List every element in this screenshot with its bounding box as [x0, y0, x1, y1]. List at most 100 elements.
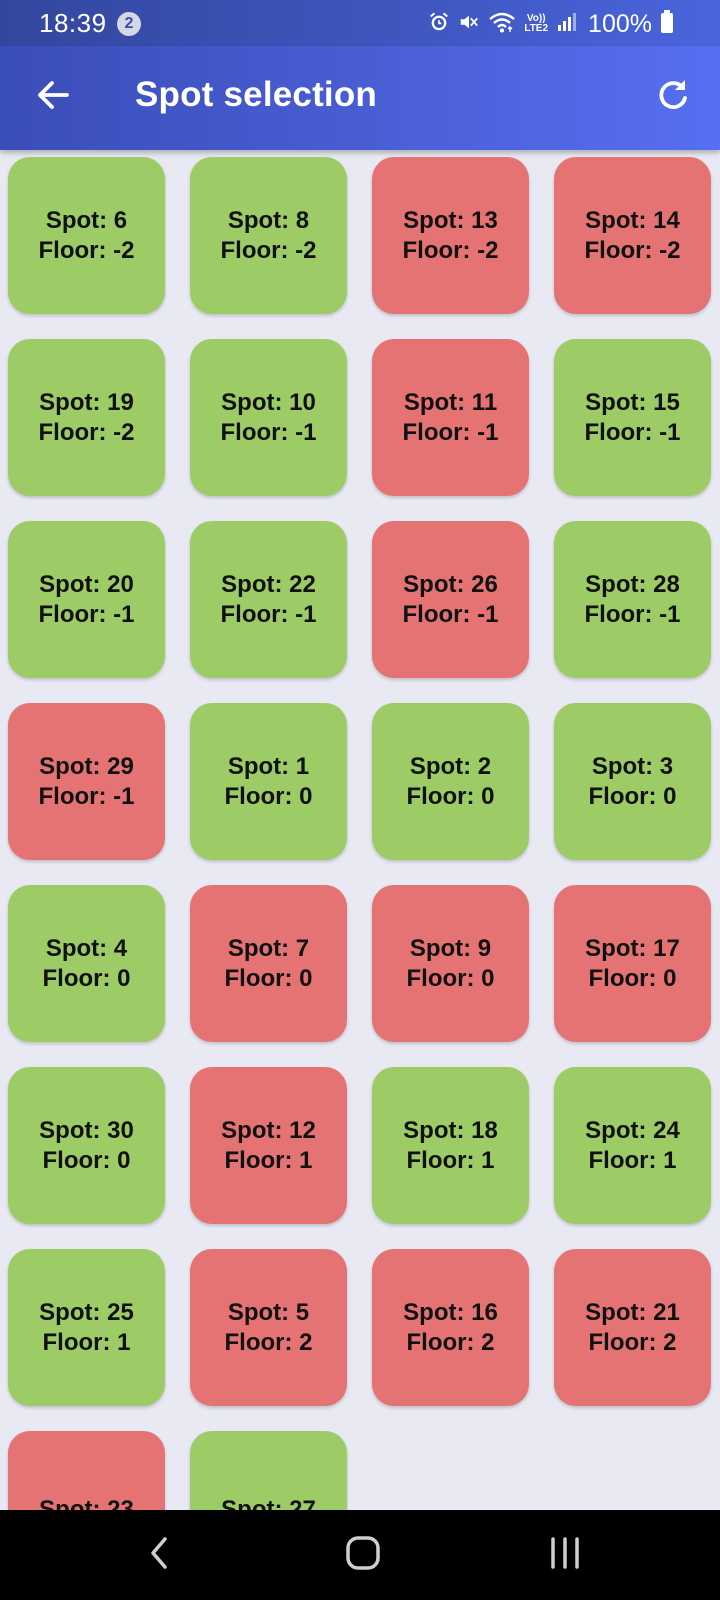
spot-floor: Floor: 0 — [224, 782, 313, 810]
spot-tile[interactable]: Spot: 14 Floor: -2 — [554, 157, 711, 314]
status-bar: 18:39 2 Vo)) LTE2 100% — [0, 0, 720, 46]
spot-floor: Floor: 1 — [588, 1146, 677, 1174]
spot-floor: Floor: -1 — [584, 418, 681, 446]
nav-back-button[interactable] — [130, 1530, 190, 1580]
chevron-left-icon — [145, 1535, 175, 1576]
spot-tile[interactable]: Spot: 17 Floor: 0 — [554, 885, 711, 1042]
spot-number: Spot: 20 — [39, 570, 134, 598]
spot-number: Spot: 22 — [221, 570, 316, 598]
spot-tile[interactable]: Spot: 1 Floor: 0 — [190, 703, 347, 860]
spot-number: Spot: 5 — [227, 1298, 310, 1326]
spot-number: Spot: 25 — [39, 1298, 134, 1326]
spot-tile[interactable]: Spot: 16 Floor: 2 — [372, 1249, 529, 1406]
spot-tile[interactable]: Spot: 6 Floor: -2 — [8, 157, 165, 314]
spot-number: Spot: 29 — [39, 752, 134, 780]
home-icon — [343, 1533, 383, 1578]
spot-number: Spot: 11 — [403, 388, 498, 416]
spot-number: Spot: 19 — [39, 388, 134, 416]
signal-icon — [556, 11, 578, 38]
spot-floor: Floor: -1 — [220, 418, 317, 446]
battery-icon — [660, 9, 674, 39]
spot-floor: Floor: -1 — [402, 418, 499, 446]
spot-grid: Spot: 6 Floor: -2 Spot: 8 Floor: -2 Spot: 13… — [8, 157, 711, 1510]
spot-number: Spot: 6 — [45, 206, 128, 234]
spot-tile[interactable]: Spot: 12 Floor: 1 — [190, 1067, 347, 1224]
spot-floor: Floor: -1 — [38, 600, 135, 628]
spot-tile[interactable]: Spot: 20 Floor: -1 — [8, 521, 165, 678]
spot-tile[interactable]: Spot: 19 Floor: -2 — [8, 339, 165, 496]
spot-number: Spot: 2 — [409, 752, 492, 780]
spot-number: Spot: 10 — [221, 388, 316, 416]
spot-tile[interactable]: Spot: 27 — [190, 1431, 347, 1510]
spot-tile[interactable]: Spot: 18 Floor: 1 — [372, 1067, 529, 1224]
spot-tile[interactable]: Spot: 21 Floor: 2 — [554, 1249, 711, 1406]
battery-percentage: 100% — [588, 9, 652, 38]
spot-floor: Floor: 1 — [224, 1146, 313, 1174]
spot-number: Spot: 13 — [403, 206, 498, 234]
page-title: Spot selection — [135, 75, 378, 114]
spot-tile[interactable]: Spot: 5 Floor: 2 — [190, 1249, 347, 1406]
spot-tile[interactable]: Spot: 30 Floor: 0 — [8, 1067, 165, 1224]
spot-number: Spot: 8 — [227, 206, 310, 234]
spot-tile[interactable]: Spot: 3 Floor: 0 — [554, 703, 711, 860]
spot-number: Spot: 9 — [409, 934, 492, 962]
spot-floor: Floor: 0 — [406, 964, 495, 992]
back-button[interactable] — [28, 72, 78, 122]
spot-number: Spot: 17 — [585, 934, 680, 962]
spot-number: Spot: 15 — [585, 388, 680, 416]
nav-home-button[interactable] — [333, 1530, 393, 1580]
spot-floor: Floor: 1 — [406, 1146, 495, 1174]
spot-tile[interactable]: Spot: 2 Floor: 0 — [372, 703, 529, 860]
spot-list[interactable]: Spot: 6 Floor: -2 Spot: 8 Floor: -2 Spot: 13… — [0, 150, 720, 1510]
refresh-button[interactable] — [648, 72, 698, 122]
spot-number: Spot: 14 — [585, 206, 680, 234]
spot-floor: Floor: -2 — [220, 236, 317, 264]
spot-tile[interactable]: Spot: 4 Floor: 0 — [8, 885, 165, 1042]
spot-tile[interactable]: Spot: 22 Floor: -1 — [190, 521, 347, 678]
spot-floor: Floor: -2 — [584, 236, 681, 264]
status-time: 18:39 — [39, 8, 107, 38]
spot-tile[interactable]: Spot: 28 Floor: -1 — [554, 521, 711, 678]
spot-tile[interactable]: Spot: 26 Floor: -1 — [372, 521, 529, 678]
spot-floor: Floor: -1 — [402, 600, 499, 628]
spot-number: Spot: 28 — [585, 570, 680, 598]
arrow-left-icon — [35, 77, 71, 118]
spot-tile[interactable]: Spot: 23 — [8, 1431, 165, 1510]
spot-number: Spot: 4 — [45, 934, 128, 962]
recents-icon — [547, 1535, 583, 1576]
spot-number: Spot: 27 — [221, 1495, 316, 1511]
spot-floor: Floor: 0 — [406, 782, 495, 810]
spot-tile[interactable]: Spot: 11 Floor: -1 — [372, 339, 529, 496]
spot-floor: Floor: 2 — [224, 1328, 313, 1356]
alarm-icon — [428, 11, 450, 38]
spot-tile[interactable]: Spot: 15 Floor: -1 — [554, 339, 711, 496]
spot-floor: Floor: -1 — [584, 600, 681, 628]
status-icons: Vo)) LTE2 100% — [428, 9, 674, 39]
refresh-icon — [655, 77, 691, 118]
spot-number: Spot: 3 — [591, 752, 674, 780]
spot-number: Spot: 23 — [39, 1495, 134, 1511]
nav-recents-button[interactable] — [535, 1530, 595, 1580]
spot-tile[interactable]: Spot: 25 Floor: 1 — [8, 1249, 165, 1406]
lte-bottom-label: LTE2 — [524, 23, 549, 34]
spot-number: Spot: 26 — [403, 570, 498, 598]
spot-number: Spot: 18 — [403, 1116, 498, 1144]
spot-tile[interactable]: Spot: 7 Floor: 0 — [190, 885, 347, 1042]
spot-tile[interactable]: Spot: 8 Floor: -2 — [190, 157, 347, 314]
spot-tile[interactable]: Spot: 24 Floor: 1 — [554, 1067, 711, 1224]
notification-count-badge: 2 — [117, 12, 141, 36]
spot-floor: Floor: 1 — [42, 1328, 131, 1356]
spot-number: Spot: 21 — [585, 1298, 680, 1326]
spot-tile[interactable]: Spot: 9 Floor: 0 — [372, 885, 529, 1042]
spot-tile[interactable]: Spot: 10 Floor: -1 — [190, 339, 347, 496]
spot-tile[interactable]: Spot: 13 Floor: -2 — [372, 157, 529, 314]
spot-floor: Floor: -1 — [220, 600, 317, 628]
spot-floor: Floor: -2 — [38, 418, 135, 446]
spot-number: Spot: 30 — [39, 1116, 134, 1144]
spot-floor: Floor: 0 — [42, 964, 131, 992]
mute-icon — [458, 11, 480, 38]
spot-number: Spot: 12 — [221, 1116, 316, 1144]
spot-floor: Floor: 0 — [588, 964, 677, 992]
spot-tile[interactable]: Spot: 29 Floor: -1 — [8, 703, 165, 860]
system-navigation-bar — [0, 1510, 720, 1600]
